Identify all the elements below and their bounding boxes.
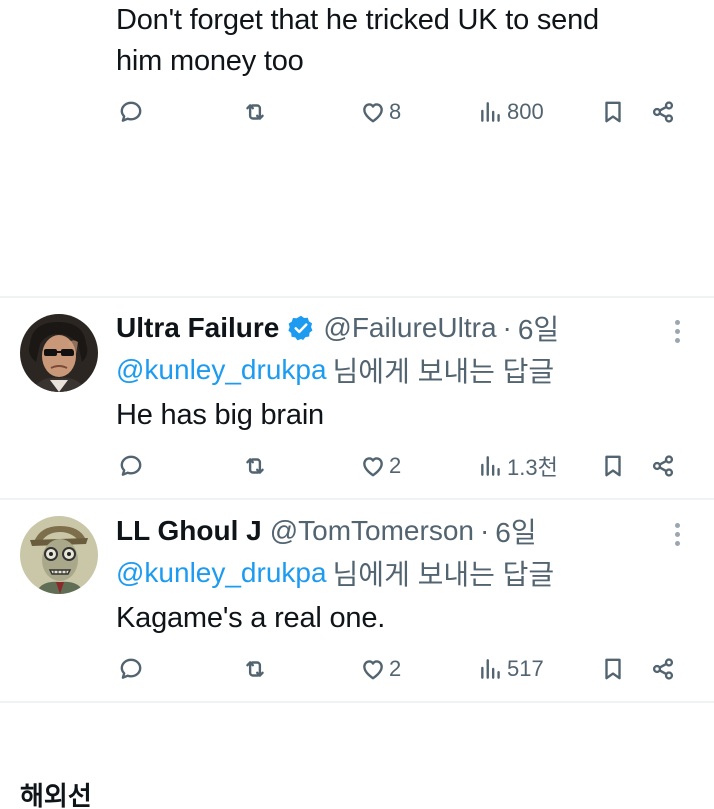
views-button[interactable]: 800	[478, 92, 544, 132]
share-icon	[652, 455, 674, 477]
separator-dot: ·	[479, 515, 490, 546]
bookmark-icon	[605, 101, 621, 123]
replying-to-suffix: 님에게 보내는 답글	[332, 559, 555, 590]
retweet-button[interactable]	[242, 92, 268, 132]
views-count: 1.3천	[507, 455, 558, 480]
reply2-text: Kagame's a real one.	[116, 602, 386, 634]
like-button[interactable]: 8	[360, 92, 401, 132]
retweet-button[interactable]	[242, 649, 268, 689]
share-button[interactable]	[650, 92, 676, 132]
heart-icon	[363, 103, 383, 123]
display-name[interactable]: Ultra Failure	[116, 312, 279, 344]
share-button[interactable]	[650, 446, 676, 486]
display-name[interactable]: LL Ghoul J	[116, 515, 262, 547]
handle[interactable]: @FailureUltra	[323, 312, 496, 344]
bookmark-button[interactable]	[600, 446, 626, 486]
tweet-top-text-line2: him money too	[116, 45, 304, 77]
more-options-button[interactable]	[666, 517, 690, 553]
more-icon	[675, 320, 680, 325]
bookmark-button[interactable]	[600, 649, 626, 689]
retweet-icon	[246, 661, 264, 677]
avatar-ultra-failure[interactable]	[20, 314, 98, 392]
views-count: 800	[507, 99, 544, 124]
bookmark-icon	[605, 658, 621, 680]
footer-label: 해외선	[20, 781, 92, 809]
timestamp[interactable]: 6일	[495, 511, 536, 551]
avatar-ll-ghoul-j[interactable]	[20, 516, 98, 594]
replying-to-suffix: 님에게 보내는 답글	[332, 356, 555, 387]
views-icon	[481, 102, 500, 122]
views-icon	[481, 659, 500, 679]
share-button[interactable]	[650, 649, 676, 689]
avatar-image	[20, 314, 98, 392]
reply2-header: LL Ghoul J @TomTomerson · 6일	[116, 511, 537, 551]
reply-button[interactable]	[118, 446, 144, 486]
like-count: 2	[389, 453, 402, 478]
views-count: 517	[507, 656, 544, 681]
reply-button[interactable]	[118, 649, 144, 689]
share-icon	[652, 101, 674, 123]
retweet-icon	[246, 104, 264, 120]
like-button[interactable]: 2	[360, 446, 401, 486]
share-icon	[652, 658, 674, 680]
reply-icon	[120, 658, 142, 679]
handle[interactable]: @TomTomerson	[270, 515, 474, 547]
views-button[interactable]: 1.3천	[478, 446, 558, 486]
mention-link[interactable]: @kunley_drukpa	[116, 354, 327, 386]
divider	[0, 498, 714, 500]
verified-badge-icon	[288, 315, 313, 341]
reply-button[interactable]	[118, 92, 144, 132]
more-icon-dot	[675, 532, 680, 537]
timestamp[interactable]: 6일	[518, 308, 559, 348]
bookmark-icon	[605, 455, 621, 477]
divider	[0, 296, 714, 298]
tweet-top-actions: 8 800	[116, 92, 682, 132]
tweet-top-text-line1: Don't forget that he tricked UK to send	[116, 4, 599, 36]
separator-dot: ·	[502, 312, 512, 343]
more-icon-dot	[675, 329, 680, 334]
reply1-text: He has big brain	[116, 399, 324, 431]
reply1-header: Ultra Failure @FailureUltra · 6일	[116, 308, 559, 348]
more-icon-dot	[675, 338, 680, 343]
reply-icon	[120, 455, 142, 476]
views-icon	[481, 456, 500, 476]
more-icon-dot	[675, 541, 680, 546]
like-count: 2	[389, 656, 402, 681]
reply-icon	[120, 101, 142, 122]
more-options-button[interactable]	[666, 314, 690, 350]
reply2-actions: 2 517	[116, 649, 682, 689]
replying-to: @kunley_drukpa 님에게 보내는 답글	[116, 350, 554, 390]
more-icon	[675, 523, 680, 528]
like-button[interactable]: 2	[360, 649, 401, 689]
mention-link[interactable]: @kunley_drukpa	[116, 557, 327, 589]
reply1-actions: 2 1.3천	[116, 446, 682, 486]
bookmark-button[interactable]	[600, 92, 626, 132]
replying-to: @kunley_drukpa 님에게 보내는 답글	[116, 553, 554, 593]
divider	[0, 701, 714, 703]
heart-icon	[363, 457, 383, 477]
like-count: 8	[389, 99, 402, 124]
avatar-image	[20, 516, 98, 594]
heart-icon	[363, 660, 383, 680]
retweet-button[interactable]	[242, 446, 268, 486]
views-button[interactable]: 517	[478, 649, 544, 689]
retweet-icon	[246, 458, 264, 474]
